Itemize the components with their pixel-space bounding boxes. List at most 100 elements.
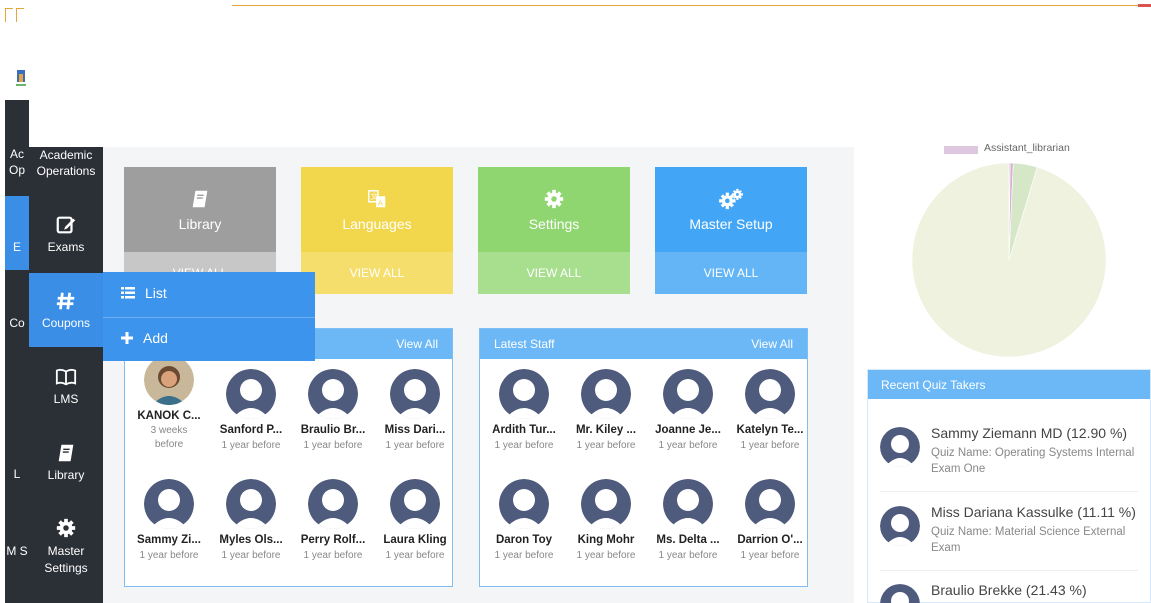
flyout-item-list[interactable]: List: [121, 285, 167, 301]
quiz-entry[interactable]: Sammy Ziemann MD (12.90 %) Quiz Name: Op…: [880, 425, 1145, 485]
card-top: 文A Languages: [301, 167, 453, 252]
avatar: [226, 369, 276, 419]
recent-quiz-takers-panel: Recent Quiz Takers Sammy Ziemann MD (12.…: [867, 369, 1151, 603]
quiz-taker-name: Miss Dariana Kassulke (11.11 %): [931, 504, 1136, 520]
page-root: Ac Op E Co L M S Academic Operations Exa…: [0, 0, 1151, 603]
sidebar-partial-label: L: [13, 467, 21, 481]
gear-icon: [544, 189, 564, 208]
quiz-entry[interactable]: Miss Dariana Kassulke (11.11 %) Quiz Nam…: [880, 504, 1145, 564]
card-view-all-button[interactable]: VIEW ALL: [301, 252, 453, 294]
sidebar-item-lms[interactable]: LMS: [29, 349, 103, 423]
person-card[interactable]: Myles Ols... 1 year before: [210, 479, 292, 563]
person-card[interactable]: Ms. Delta ... 1 year before: [647, 479, 729, 563]
person-card[interactable]: KANOK C... 3 weeks before: [128, 355, 210, 452]
flyout-item-add[interactable]: Add: [121, 330, 168, 346]
card-action-label: VIEW ALL: [349, 266, 405, 280]
sidebar-item-label: Exams: [47, 240, 85, 254]
avatar: [308, 479, 358, 529]
person-name: KANOK C...: [137, 410, 201, 422]
coupons-flyout-menu: List Add: [103, 272, 315, 361]
person-card[interactable]: Sammy Zi... 1 year before: [128, 479, 210, 563]
person-name: Sammy Zi...: [137, 534, 201, 546]
person-time: 1 year before: [303, 550, 363, 561]
staff-pie-chart[interactable]: [910, 161, 1108, 359]
card-view-all-button[interactable]: VIEW ALL: [655, 252, 807, 294]
person-time: 1 year before: [494, 440, 554, 451]
sidebar-item-exams[interactable]: Exams: [29, 197, 103, 271]
person-time: 1 year before: [385, 550, 445, 561]
person-name: Joanne Je...: [655, 424, 721, 436]
top-border-line: [232, 5, 1138, 6]
person-name: Laura Kling: [383, 534, 447, 546]
card-view-all-button[interactable]: VIEW ALL: [478, 252, 630, 294]
person-card[interactable]: Mr. Kiley ... 1 year before: [565, 369, 647, 453]
sidebar-partial-label: E: [12, 240, 21, 254]
card-label: Settings: [528, 215, 580, 232]
card-master-setup[interactable]: Master Setup VIEW ALL: [655, 167, 807, 294]
card-settings[interactable]: Settings VIEW ALL: [478, 167, 630, 294]
plus-icon: [121, 332, 133, 344]
person-time: 1 year before: [139, 550, 199, 561]
sidebar-item-library[interactable]: Library: [29, 425, 103, 499]
person-time: 1 year before: [303, 440, 363, 451]
card-top: Library: [124, 167, 276, 252]
avatar: [880, 427, 920, 467]
person-card[interactable]: Sanford P... 1 year before: [210, 369, 292, 453]
person-name: Ardith Tur...: [492, 424, 556, 436]
sidebar-item-coupons[interactable]: Coupons: [29, 273, 103, 347]
students-view-all-link[interactable]: View All: [396, 337, 438, 351]
gears-icon: [719, 188, 743, 209]
avatar: [144, 355, 194, 405]
person-card[interactable]: Braulio Br... 1 year before: [292, 369, 374, 453]
corner-mark: [16, 8, 24, 22]
avatar: [663, 479, 713, 529]
top-accent-mark: [1138, 4, 1151, 7]
person-card[interactable]: Miss Dari... 1 year before: [374, 369, 456, 453]
person-card[interactable]: Daron Toy 1 year before: [483, 479, 565, 563]
sidebar-partial-label: M S: [6, 544, 28, 558]
staff-view-all-link[interactable]: View All: [751, 337, 793, 351]
sidebar-item-master-settings[interactable]: Master Settings: [29, 501, 103, 603]
person-card[interactable]: Joanne Je... 1 year before: [647, 369, 729, 453]
quiz-name: Quiz Name: Material Science External Exa…: [931, 526, 1126, 554]
card-label: Languages: [342, 215, 412, 232]
logo-icon[interactable]: [14, 68, 28, 88]
sidebar-item-label: Master Settings: [44, 544, 88, 575]
quiz-taker-name: Braulio Brekke (21.43 %): [931, 582, 1087, 598]
avatar: [144, 479, 194, 529]
person-time: 1 year before: [658, 550, 718, 561]
sidebar-item-label: LMS: [53, 392, 79, 406]
avatar: [226, 479, 276, 529]
person-name: Mr. Kiley ...: [575, 424, 637, 436]
person-name: Katelyn Te...: [736, 424, 804, 436]
book-icon: [58, 444, 74, 462]
person-card[interactable]: Ardith Tur... 1 year before: [483, 369, 565, 453]
card-languages[interactable]: 文A Languages VIEW ALL: [301, 167, 453, 294]
person-time: 3 weeks before: [150, 425, 188, 450]
person-time: 1 year before: [576, 550, 636, 561]
person-card[interactable]: Darrion O'... 1 year before: [729, 479, 811, 563]
corner-mark: [5, 8, 13, 22]
pie-slice[interactable]: [911, 162, 1107, 358]
quiz-entry[interactable]: Braulio Brekke (21.43 %): [880, 582, 1145, 603]
sidebar-item-academic-operations[interactable]: Academic Operations: [29, 147, 103, 197]
svg-text:A: A: [378, 198, 383, 207]
divider: [880, 491, 1138, 492]
main-content: Library VIEW ALL 文A Languages VIEW ALL S…: [103, 147, 854, 603]
translate-icon: 文A: [368, 189, 386, 207]
person-card[interactable]: Perry Rolf... 1 year before: [292, 479, 374, 563]
avatar: [499, 369, 549, 419]
card-top: Settings: [478, 167, 630, 252]
person-card[interactable]: King Mohr 1 year before: [565, 479, 647, 563]
person-time: 1 year before: [221, 440, 281, 451]
avatar: [390, 369, 440, 419]
sidebar-item-label: Coupons: [41, 316, 91, 330]
person-card[interactable]: Laura Kling 1 year before: [374, 479, 456, 563]
person-card[interactable]: Katelyn Te... 1 year before: [729, 369, 811, 453]
person-name: Miss Dari...: [384, 424, 446, 436]
list-icon: [121, 287, 135, 299]
sidebar-partial-label: Ac Op: [8, 147, 25, 177]
sidebar-item-label: Library: [47, 468, 85, 482]
header-area: [29, 100, 849, 147]
quiz-name: Quiz Name: Operating Systems Internal Ex…: [931, 447, 1135, 475]
